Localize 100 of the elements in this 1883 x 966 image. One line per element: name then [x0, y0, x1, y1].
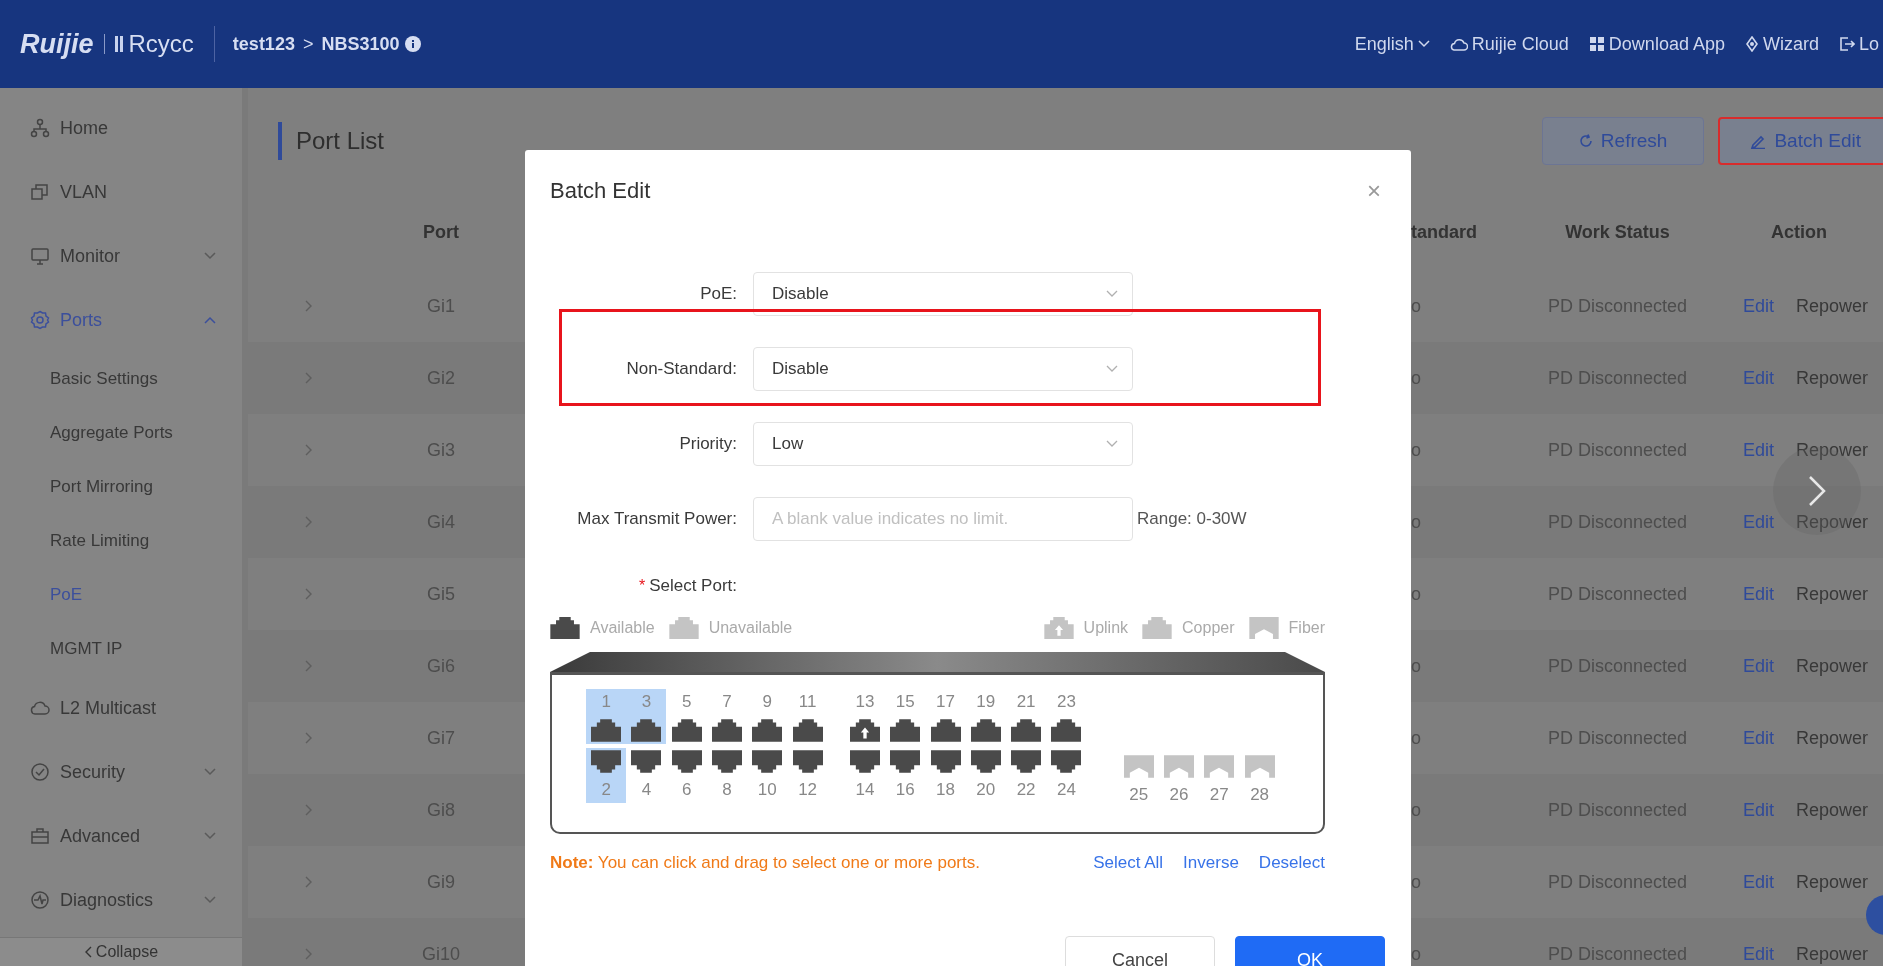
sidebar-item[interactable]: Security — [0, 740, 242, 804]
edit-link[interactable]: Edit — [1743, 367, 1775, 389]
sidebar-subitem[interactable]: Port Mirroring — [0, 460, 242, 514]
refresh-button[interactable]: Refresh — [1541, 117, 1705, 165]
edit-link[interactable]: Edit — [1743, 655, 1775, 677]
port-button[interactable]: 18 — [925, 748, 966, 803]
port-button[interactable]: 6 — [666, 748, 707, 803]
port-button[interactable]: 10 — [747, 748, 788, 803]
repower-link[interactable]: Repower — [1796, 727, 1869, 749]
repower-link[interactable]: Repower — [1796, 583, 1869, 605]
port-button[interactable]: 20 — [965, 748, 1006, 803]
repower-link[interactable]: Repower — [1796, 295, 1869, 317]
select-field[interactable]: Low — [753, 421, 1133, 466]
port-button[interactable]: 12 — [787, 748, 828, 803]
breadcrumb-link[interactable]: test123 — [232, 33, 295, 55]
collapse-button[interactable]: Collapse — [0, 937, 242, 966]
port-button[interactable]: 7 — [707, 689, 748, 744]
edit-link[interactable]: Edit — [1743, 583, 1775, 605]
selection-link[interactable]: Deselect — [1258, 853, 1325, 873]
port-button[interactable]: 26 — [1159, 753, 1199, 808]
expand-icon[interactable] — [305, 732, 313, 744]
edit-link[interactable]: Edit — [1743, 871, 1775, 893]
info-icon[interactable] — [405, 36, 422, 52]
sidebar-subitem[interactable]: MGMT IP — [0, 622, 242, 676]
port-button[interactable]: 27 — [1199, 753, 1240, 808]
expand-icon[interactable] — [305, 660, 313, 672]
repower-link[interactable]: Repower — [1796, 655, 1869, 677]
repower-link[interactable]: Repower — [1796, 367, 1869, 389]
cancel-button[interactable]: Cancel — [1065, 936, 1215, 966]
close-button[interactable]: × — [1367, 177, 1381, 205]
edit-link[interactable]: Edit — [1743, 727, 1775, 749]
port-button[interactable]: 9 — [747, 689, 788, 744]
header-link[interactable]: Lo — [1838, 33, 1879, 55]
expand-icon[interactable] — [305, 948, 313, 960]
sidebar-subitem[interactable]: PoE — [0, 568, 242, 622]
port-button[interactable]: 3 — [626, 689, 667, 744]
sidebar-item[interactable]: Monitor — [0, 224, 242, 288]
port-button[interactable]: 21 — [1006, 689, 1047, 744]
legend-label: Copper — [1182, 619, 1235, 637]
port-button[interactable]: 19 — [965, 689, 1006, 744]
port-button[interactable]: 5 — [666, 689, 707, 744]
sidebar-item[interactable]: Home — [0, 96, 242, 160]
expand-icon[interactable] — [305, 516, 313, 528]
gear-icon — [30, 310, 50, 330]
header-link[interactable]: Wizard — [1744, 33, 1819, 55]
port-button[interactable]: 25 — [1118, 753, 1159, 808]
expand-icon[interactable] — [305, 444, 313, 456]
expand-icon[interactable] — [305, 300, 313, 312]
select-field[interactable]: Disable — [753, 346, 1133, 391]
port-button[interactable]: 28 — [1239, 753, 1280, 808]
edit-link[interactable]: Edit — [1743, 439, 1775, 461]
port-button[interactable]: 13 — [844, 689, 885, 744]
edit-link[interactable]: Edit — [1743, 511, 1775, 533]
header-link[interactable]: Download App — [1588, 33, 1725, 55]
field-label: Select Port: — [649, 576, 737, 596]
port-button[interactable]: 24 — [1046, 748, 1087, 803]
selection-link[interactable]: Inverse — [1183, 853, 1239, 873]
batch-edit-button[interactable]: Batch Edit — [1718, 117, 1883, 165]
sidebar-item[interactable]: Ports — [0, 288, 242, 352]
selection-link[interactable]: Select All — [1093, 853, 1164, 873]
sidebar-item[interactable]: Advanced — [0, 804, 242, 868]
expand-icon[interactable] — [305, 876, 313, 888]
port-button[interactable]: 1 — [586, 689, 627, 744]
port-button[interactable]: 15 — [885, 689, 926, 744]
port-button[interactable]: 17 — [925, 689, 966, 744]
repower-link[interactable]: Repower — [1796, 871, 1869, 893]
port-button[interactable]: 16 — [885, 748, 926, 803]
repower-link[interactable]: Repower — [1796, 439, 1869, 461]
sidebar-item[interactable]: L2 Multicast — [0, 676, 242, 740]
briefcase-icon — [30, 826, 50, 846]
port-button[interactable]: 2 — [586, 748, 627, 803]
caret-icon — [1106, 289, 1118, 298]
edit-link[interactable]: Edit — [1743, 943, 1775, 965]
expand-icon[interactable] — [305, 804, 313, 816]
edit-link[interactable]: Edit — [1743, 799, 1775, 821]
port-button[interactable]: 22 — [1006, 748, 1047, 803]
language-menu[interactable]: English — [1354, 33, 1430, 55]
edit-link[interactable]: Edit — [1743, 295, 1775, 317]
ok-button[interactable]: OK — [1235, 936, 1385, 966]
port-button[interactable]: 23 — [1046, 689, 1087, 744]
expand-icon[interactable] — [305, 588, 313, 600]
sidebar-subitem[interactable]: Aggregate Ports — [0, 406, 242, 460]
sidebar-item[interactable]: Diagnostics — [0, 868, 242, 932]
select-field[interactable]: Disable — [753, 271, 1133, 316]
header-link[interactable]: Ruijie Cloud — [1449, 33, 1569, 55]
repower-link[interactable]: Repower — [1796, 943, 1869, 965]
sidebar-subitem[interactable]: Basic Settings — [0, 352, 242, 406]
sidebar-subitem[interactable]: Rate Limiting — [0, 514, 242, 568]
sidebar-item[interactable]: VLAN — [0, 160, 242, 224]
repower-link[interactable]: Repower — [1796, 511, 1869, 533]
expand-icon[interactable] — [305, 372, 313, 384]
port-button[interactable]: 8 — [707, 748, 748, 803]
compass-icon — [1744, 36, 1759, 52]
input-field[interactable]: A blank value indicates no limit. — [753, 496, 1133, 541]
port-button[interactable]: 11 — [787, 689, 828, 744]
port-button[interactable]: 4 — [626, 748, 667, 803]
refresh-icon — [1578, 134, 1593, 148]
repower-link[interactable]: Repower — [1796, 799, 1869, 821]
page-title: Port List — [278, 122, 385, 160]
port-button[interactable]: 14 — [844, 748, 885, 803]
